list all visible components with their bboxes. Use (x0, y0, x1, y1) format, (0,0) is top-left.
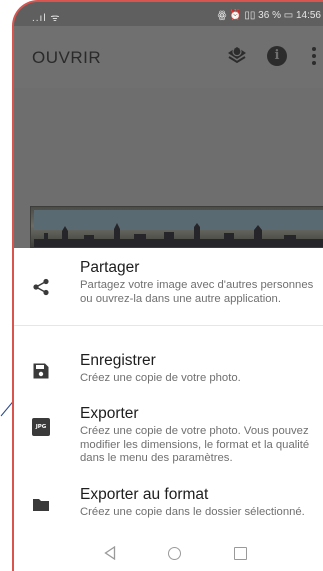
home-icon[interactable] (168, 547, 181, 560)
share-title: Partager (80, 259, 140, 276)
export-format-description: Créez une copie dans le dossier sélectio… (80, 506, 305, 518)
signal-wifi-indicators: ..ıl ᯤ (32, 13, 61, 24)
screenshot-frame: ..ıl ᯤ ꙮ ⏰ ▯▯ 36 % ▭ 14:56 OUVRIR i Part… (0, 0, 323, 571)
back-icon[interactable] (104, 546, 116, 560)
export-format-title: Exporter au format (80, 486, 209, 503)
menu-item-export[interactable]: JPG Exporter Créez une copie de votre ph… (14, 404, 323, 472)
export-description: Créez une copie de votre photo. Vous pou… (80, 425, 310, 464)
app-bar: OUVRIR i (14, 26, 323, 88)
sheet-divider (14, 325, 323, 326)
layers-icon[interactable] (225, 44, 249, 68)
more-vert-icon[interactable] (308, 44, 320, 68)
save-icon (33, 363, 49, 379)
export-title: Exporter (80, 405, 139, 422)
share-bottom-sheet: Partager Partagez votre image avec d'aut… (14, 248, 323, 571)
menu-item-share[interactable]: Partager Partagez votre image avec d'aut… (14, 258, 323, 324)
share-description: Partagez votre image avec d'autres perso… (80, 279, 314, 305)
save-description: Créez une copie de votre photo. (80, 372, 241, 384)
save-title: Enregistrer (80, 352, 156, 369)
folder-icon (33, 499, 49, 511)
jpg-icon: JPG (32, 418, 50, 436)
info-icon[interactable]: i (267, 46, 287, 66)
photo-skyline (34, 223, 323, 247)
recent-apps-icon[interactable] (234, 547, 247, 560)
photo-thumbnail (30, 206, 323, 250)
status-right-indicators: ꙮ ⏰ ▯▯ 36 % ▭ 14:56 (217, 10, 321, 21)
share-icon (33, 278, 49, 296)
app-title: OUVRIR (32, 48, 102, 67)
menu-item-save[interactable]: Enregistrer Créez une copie de votre pho… (14, 351, 323, 391)
status-bar: ..ıl ᯤ ꙮ ⏰ ▯▯ 36 % ▭ 14:56 (14, 2, 323, 26)
menu-item-export-format[interactable]: Exporter au format Créez une copie dans … (14, 485, 323, 525)
system-nav-bar (14, 538, 323, 571)
phone-screen: ..ıl ᯤ ꙮ ⏰ ▯▯ 36 % ▭ 14:56 OUVRIR i Part… (12, 0, 323, 571)
